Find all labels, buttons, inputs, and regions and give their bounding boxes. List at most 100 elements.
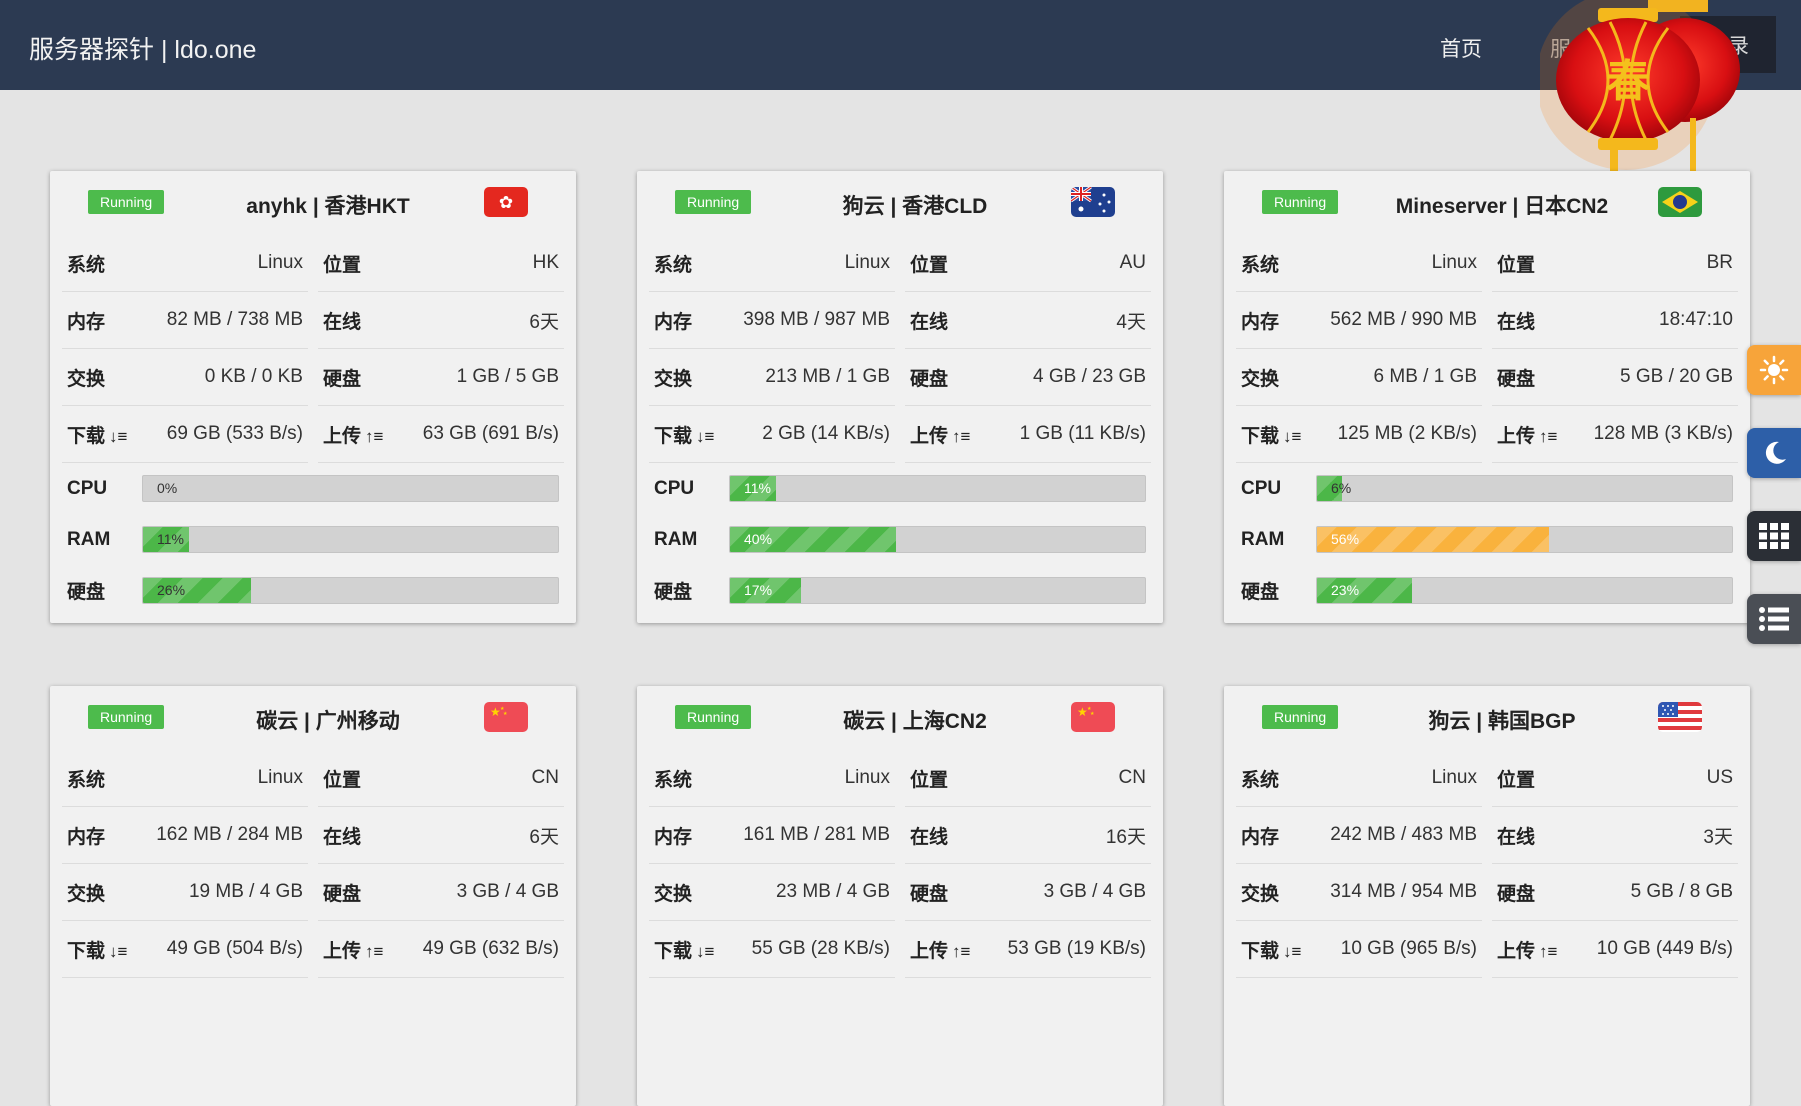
swap-value: 0 KB / 0 KB xyxy=(204,366,303,387)
download-label: 下载 xyxy=(67,940,106,962)
location-label: 位置 xyxy=(1497,254,1536,276)
upload-value: 10 GB (449 B/s) xyxy=(1596,938,1733,959)
online-label: 在线 xyxy=(323,311,362,333)
os-value: Linux xyxy=(844,252,890,273)
nav-home-link[interactable]: 首页 xyxy=(1440,33,1482,63)
sort-down-icon[interactable]: ↓≡ xyxy=(1283,427,1301,446)
location-label: 位置 xyxy=(323,769,362,791)
light-theme-button[interactable] xyxy=(1747,345,1801,395)
download-value: 55 GB (28 KB/s) xyxy=(751,938,890,959)
os-value: Linux xyxy=(1431,252,1477,273)
cn-flag-icon: ★ ★ ★ xyxy=(1071,702,1115,732)
disk-meter: 26% xyxy=(142,577,559,604)
download-label: 下载 xyxy=(654,940,693,962)
location-label: 位置 xyxy=(323,254,362,276)
sort-up-icon[interactable]: ↑≡ xyxy=(952,427,970,446)
os-value: Linux xyxy=(1431,767,1477,788)
os-value: Linux xyxy=(257,252,303,273)
svg-text:✿: ✿ xyxy=(499,193,513,212)
swap-label: 交换 xyxy=(67,883,106,905)
disk-label: 硬盘 xyxy=(910,368,949,390)
upload-value: 63 GB (691 B/s) xyxy=(422,423,559,444)
location-value: CN xyxy=(1118,767,1146,788)
sort-up-icon[interactable]: ↑≡ xyxy=(1539,942,1557,961)
cpu-label: CPU xyxy=(654,477,695,499)
cpu-percent: 6% xyxy=(1331,480,1352,496)
memory-value: 242 MB / 483 MB xyxy=(1330,824,1477,845)
online-label: 在线 xyxy=(1497,826,1536,848)
sort-down-icon[interactable]: ↓≡ xyxy=(109,942,127,961)
sort-down-icon[interactable]: ↓≡ xyxy=(1283,942,1301,961)
grid-icon xyxy=(1759,523,1789,549)
location-label: 位置 xyxy=(910,254,949,276)
download-label: 下载 xyxy=(67,425,106,447)
os-value: Linux xyxy=(844,767,890,788)
location-value: CN xyxy=(531,767,559,788)
disk-label: 硬盘 xyxy=(1497,368,1536,390)
disk-value: 3 GB / 4 GB xyxy=(456,881,559,902)
sort-down-icon[interactable]: ↓≡ xyxy=(696,427,714,446)
ram-percent: 40% xyxy=(744,531,773,547)
download-value: 69 GB (533 B/s) xyxy=(166,423,303,444)
ram-percent: 11% xyxy=(157,531,184,547)
disk-meter-label: 硬盘 xyxy=(1241,582,1280,603)
upload-value: 53 GB (19 KB/s) xyxy=(1007,938,1146,959)
upload-value: 49 GB (632 B/s) xyxy=(422,938,559,959)
sort-down-icon[interactable]: ↓≡ xyxy=(696,942,714,961)
download-label: 下载 xyxy=(654,425,693,447)
online-value: 18:47:10 xyxy=(1659,309,1733,330)
online-value: 6天 xyxy=(529,826,559,848)
disk-label: 硬盘 xyxy=(323,883,362,905)
sort-up-icon[interactable]: ↑≡ xyxy=(952,942,970,961)
sort-up-icon[interactable]: ↑≡ xyxy=(365,427,383,446)
ram-label: RAM xyxy=(654,528,698,550)
os-label: 系统 xyxy=(654,254,693,276)
sort-down-icon[interactable]: ↓≡ xyxy=(109,427,127,446)
disk-label: 硬盘 xyxy=(323,368,362,390)
memory-label: 内存 xyxy=(654,826,693,848)
ram-percent: 56% xyxy=(1331,531,1360,547)
disk-percent: 23% xyxy=(1331,582,1360,598)
disk-value: 5 GB / 20 GB xyxy=(1620,366,1733,387)
server-title: 碳云 | 上海CN2 xyxy=(843,710,987,733)
nav-server-link[interactable]: 服务 xyxy=(1550,33,1592,63)
os-label: 系统 xyxy=(1241,769,1280,791)
br-flag-icon xyxy=(1658,187,1702,217)
memory-value: 82 MB / 738 MB xyxy=(166,309,303,330)
svg-text:★: ★ xyxy=(1090,711,1095,717)
memory-value: 398 MB / 987 MB xyxy=(743,309,890,330)
online-value: 3天 xyxy=(1703,826,1733,848)
memory-label: 内存 xyxy=(1241,826,1280,848)
server-title: Mineserver | 日本CN2 xyxy=(1395,195,1609,218)
ram-meter: 11% xyxy=(142,526,559,553)
memory-label: 内存 xyxy=(654,311,693,333)
sort-up-icon[interactable]: ↑≡ xyxy=(1539,427,1557,446)
upload-value: 128 MB (3 KB/s) xyxy=(1593,423,1733,444)
memory-value: 162 MB / 284 MB xyxy=(156,824,303,845)
ram-meter: 40% xyxy=(729,526,1146,553)
site-brand[interactable]: 服务器探针 | ldo.one xyxy=(29,30,256,66)
list-icon xyxy=(1759,607,1789,631)
status-badge: Running xyxy=(675,190,752,214)
location-value: AU xyxy=(1119,252,1146,273)
swap-value: 6 MB / 1 GB xyxy=(1373,366,1477,387)
os-label: 系统 xyxy=(67,254,106,276)
swap-label: 交换 xyxy=(654,368,693,390)
swap-value: 213 MB / 1 GB xyxy=(765,366,890,387)
cpu-meter: 6% xyxy=(1316,475,1733,502)
status-badge: Running xyxy=(1262,190,1339,214)
location-value: BR xyxy=(1706,252,1733,273)
list-view-button[interactable] xyxy=(1747,594,1801,644)
server-card: Running 狗云 | 香港CLD 系统 Linux 位置 AU 内存 398 MB … xyxy=(637,171,1163,623)
cpu-percent: 11% xyxy=(744,480,771,496)
sort-up-icon[interactable]: ↑≡ xyxy=(365,942,383,961)
dark-theme-button[interactable] xyxy=(1747,428,1801,478)
cn-flag-icon: ★ ★ ★ xyxy=(484,702,528,732)
online-label: 在线 xyxy=(323,826,362,848)
location-value: HK xyxy=(532,252,559,273)
grid-view-button[interactable] xyxy=(1747,511,1801,561)
login-button[interactable]: 登录 xyxy=(1680,16,1776,73)
status-badge: Running xyxy=(88,705,165,729)
server-card: Running Mineserver | 日本CN2 系统 Linux 位置 BR 内… xyxy=(1224,171,1750,623)
swap-label: 交换 xyxy=(1241,883,1280,905)
